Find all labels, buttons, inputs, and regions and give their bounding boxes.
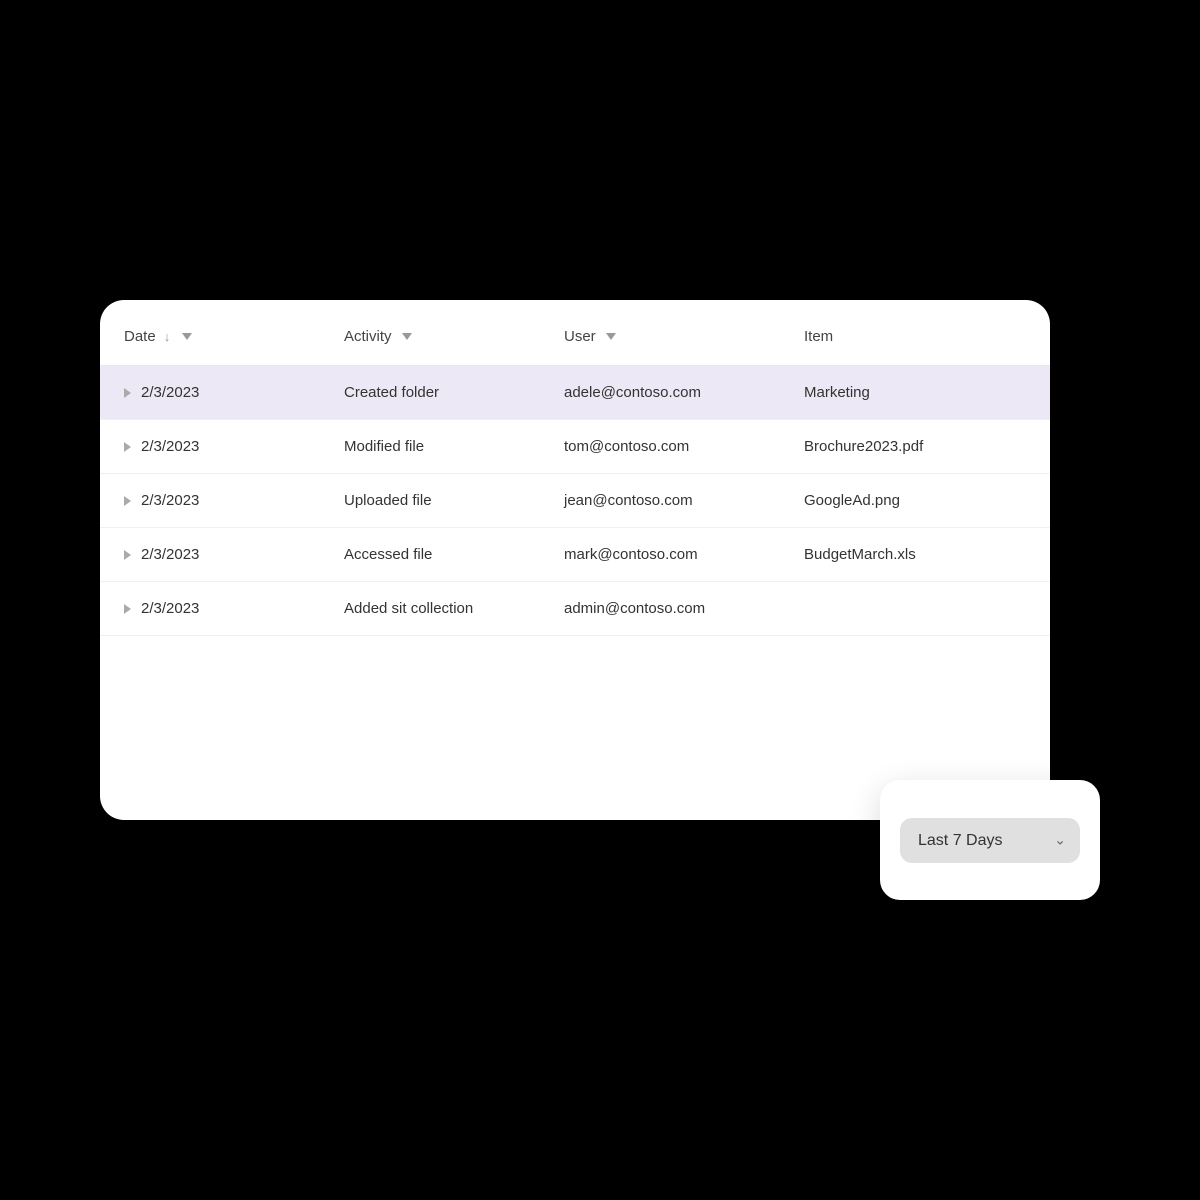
date-label: Date [124, 328, 156, 345]
cell-user: adele@contoso.com [540, 366, 780, 420]
user-label: User [564, 328, 596, 345]
table-header-row: Date ↓ Activity User [100, 300, 1050, 366]
sort-down-icon: ↓ [164, 329, 171, 344]
col-user[interactable]: User [540, 300, 780, 366]
row-expand-icon[interactable] [124, 604, 131, 614]
cell-user: admin@contoso.com [540, 582, 780, 636]
table-row[interactable]: 2/3/2023 Accessed filemark@contoso.comBud… [100, 528, 1050, 582]
cell-item: Marketing [780, 366, 1050, 420]
scene: Date ↓ Activity User [100, 300, 1100, 900]
cell-activity: Modified file [320, 420, 540, 474]
date-range-dropdown-wrapper[interactable]: Last 7 DaysLast 14 DaysLast 30 DaysLast … [900, 818, 1080, 863]
row-expand-icon[interactable] [124, 550, 131, 560]
cell-user: tom@contoso.com [540, 420, 780, 474]
date-value: 2/3/2023 [141, 546, 199, 563]
row-expand-icon[interactable] [124, 496, 131, 506]
cell-user: mark@contoso.com [540, 528, 780, 582]
date-value: 2/3/2023 [141, 492, 199, 509]
cell-item: GoogleAd.png [780, 474, 1050, 528]
date-value: 2/3/2023 [141, 438, 199, 455]
table-row[interactable]: 2/3/2023 Modified filetom@contoso.comBroc… [100, 420, 1050, 474]
activity-table: Date ↓ Activity User [100, 300, 1050, 636]
cell-activity: Added sit collection [320, 582, 540, 636]
item-label: Item [804, 328, 833, 345]
cell-date: 2/3/2023 [100, 366, 320, 420]
cell-date: 2/3/2023 [100, 528, 320, 582]
date-value: 2/3/2023 [141, 600, 199, 617]
activity-filter-icon[interactable] [402, 333, 412, 340]
activity-label: Activity [344, 328, 392, 345]
date-range-select[interactable]: Last 7 DaysLast 14 DaysLast 30 DaysLast … [900, 818, 1080, 863]
cell-activity: Accessed file [320, 528, 540, 582]
main-card: Date ↓ Activity User [100, 300, 1050, 820]
col-item: Item [780, 300, 1050, 366]
cell-date: 2/3/2023 [100, 474, 320, 528]
date-value: 2/3/2023 [141, 384, 199, 401]
user-filter-icon[interactable] [606, 333, 616, 340]
row-expand-icon[interactable] [124, 442, 131, 452]
date-filter-icon[interactable] [182, 333, 192, 340]
cell-user: jean@contoso.com [540, 474, 780, 528]
cell-activity: Uploaded file [320, 474, 540, 528]
cell-date: 2/3/2023 [100, 420, 320, 474]
col-date[interactable]: Date ↓ [100, 300, 320, 366]
table-row[interactable]: 2/3/2023 Uploaded filejean@contoso.comGoo… [100, 474, 1050, 528]
dropdown-card: Last 7 DaysLast 14 DaysLast 30 DaysLast … [880, 780, 1100, 900]
cell-activity: Created folder [320, 366, 540, 420]
cell-date: 2/3/2023 [100, 582, 320, 636]
table-row[interactable]: 2/3/2023 Created folderadele@contoso.comM… [100, 366, 1050, 420]
cell-item: Brochure2023.pdf [780, 420, 1050, 474]
table-row[interactable]: 2/3/2023 Added sit collectionadmin@contos… [100, 582, 1050, 636]
row-expand-icon[interactable] [124, 388, 131, 398]
cell-item: BudgetMarch.xls [780, 528, 1050, 582]
col-activity[interactable]: Activity [320, 300, 540, 366]
cell-item [780, 582, 1050, 636]
